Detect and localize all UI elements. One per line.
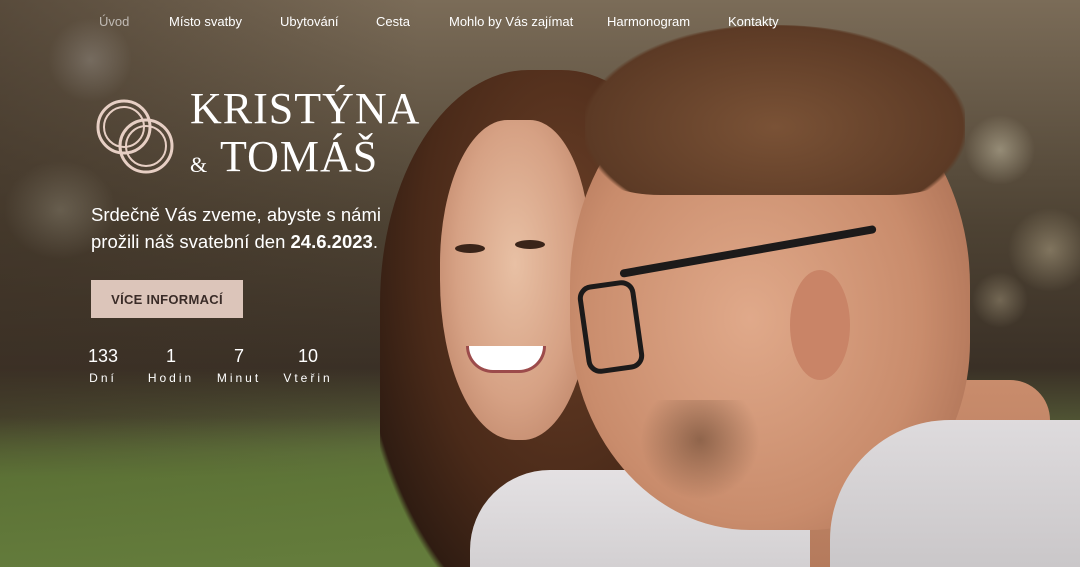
countdown-seconds-label: Vteřin <box>283 371 333 385</box>
couple-photo-eye <box>515 240 545 249</box>
groom-name: TOMÁŠ <box>220 132 379 181</box>
countdown-hours-value: 1 <box>165 346 176 366</box>
couple-photo-man-ear <box>790 270 850 380</box>
bride-name: KRISTÝNA <box>190 84 421 133</box>
countdown-seconds: 10 Vteřin <box>275 346 341 385</box>
couple-photo-eye <box>455 244 485 253</box>
countdown-days-label: Dní <box>89 371 117 385</box>
couple-photo-woman-face <box>440 120 590 440</box>
couple-photo-glasses-lens <box>576 278 646 376</box>
couple-photo-man-hair <box>585 25 965 195</box>
nav-item-misto-svatby[interactable]: Místo svatby <box>169 14 242 29</box>
wedding-date: 24.6.2023 <box>290 231 373 252</box>
invitation-line-2: prožili náš svatební den <box>91 231 291 252</box>
countdown-minutes: 7 Minut <box>206 346 272 385</box>
nav-item-mohlo-by-vas-zajimat[interactable]: Mohlo by Vás zajímat <box>449 14 573 29</box>
countdown-seconds-value: 10 <box>297 346 319 366</box>
invitation-line-1: Srdečně Vás zveme, abyste s námi <box>91 204 381 225</box>
invitation-period: . <box>372 231 378 252</box>
countdown-minutes-label: Minut <box>216 371 262 385</box>
countdown-days: 133 Dní <box>70 346 136 385</box>
hero-section: Úvod Místo svatby Ubytování Cesta Mohlo … <box>0 0 1080 567</box>
countdown-minutes-value: 7 <box>233 346 244 366</box>
wedding-rings-icon <box>96 99 174 174</box>
nav-item-kontakty[interactable]: Kontakty <box>728 14 779 29</box>
couple-photo-man-beard <box>640 400 760 500</box>
main-nav: Úvod Místo svatby Ubytování Cesta Mohlo … <box>0 14 1080 32</box>
nav-item-uvod[interactable]: Úvod <box>99 14 129 29</box>
nav-item-cesta[interactable]: Cesta <box>376 14 410 29</box>
countdown-hours: 1 Hodin <box>138 346 204 385</box>
countdown-days-value: 133 <box>87 346 119 366</box>
more-info-button[interactable]: VÍCE INFORMACÍ <box>91 280 243 318</box>
countdown-hours-label: Hodin <box>147 371 195 385</box>
invitation-text: Srdečně Vás zveme, abyste s námi prožili… <box>91 201 411 255</box>
nav-item-ubytovani[interactable]: Ubytování <box>280 14 339 29</box>
ampersand: & <box>190 152 208 177</box>
nav-item-harmonogram[interactable]: Harmonogram <box>607 14 690 29</box>
countdown: 133 Dní 1 Hodin 7 Minut 10 Vteřin <box>84 346 354 396</box>
